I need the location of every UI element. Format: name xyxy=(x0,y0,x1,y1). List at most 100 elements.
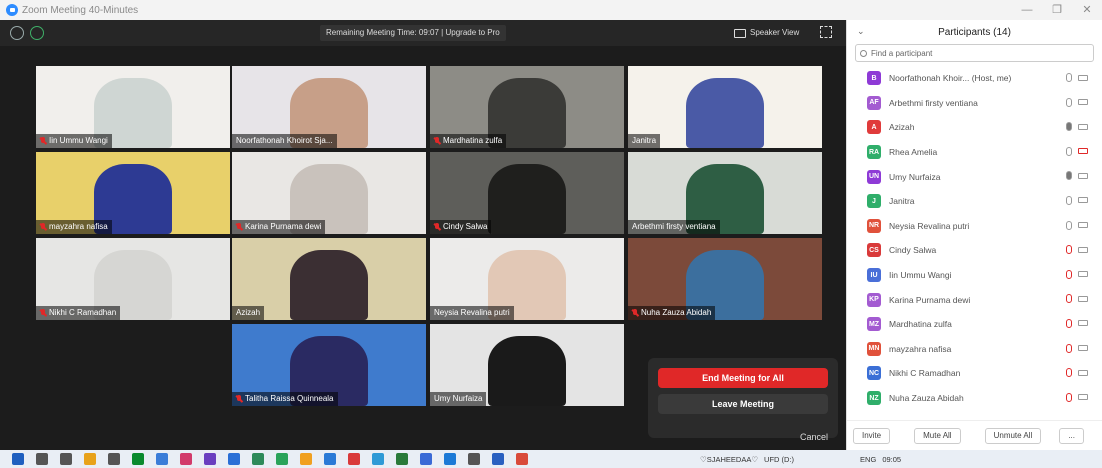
participant-row[interactable]: AF Arbethmi firsty ventiana xyxy=(847,91,1102,116)
app-icon[interactable] xyxy=(492,453,504,465)
chevron-down-icon[interactable]: ⌄ xyxy=(857,26,865,37)
participant-row[interactable]: CS Cindy Salwa xyxy=(847,238,1102,263)
camera-off-icon[interactable] xyxy=(1078,148,1088,155)
camera-icon[interactable] xyxy=(1078,222,1088,229)
app-icon[interactable] xyxy=(276,453,288,465)
mic-muted-icon[interactable] xyxy=(1066,343,1072,353)
camera-icon[interactable] xyxy=(1078,271,1088,278)
video-tile[interactable]: Iin Ummu Wangi xyxy=(36,66,230,148)
shield-icon[interactable] xyxy=(30,26,44,40)
search-icon[interactable] xyxy=(36,453,48,465)
participant-row[interactable]: IU Iin Ummu Wangi xyxy=(847,263,1102,288)
mic-icon[interactable] xyxy=(1066,73,1072,82)
app-icon[interactable] xyxy=(468,453,480,465)
participant-row[interactable]: MZ Mardhatina zulfa xyxy=(847,312,1102,337)
participant-row[interactable]: NZ Nuha Zauza Abidah xyxy=(847,386,1102,411)
participant-row[interactable]: MN mayzahra nafisa xyxy=(847,337,1102,362)
video-tile[interactable]: Mardhatina zulfa xyxy=(430,66,624,148)
camera-icon[interactable] xyxy=(1078,197,1088,204)
app-icon[interactable] xyxy=(180,453,192,465)
app-icon[interactable] xyxy=(156,453,168,465)
participant-status xyxy=(1066,97,1088,107)
camera-icon[interactable] xyxy=(1078,320,1088,327)
fullscreen-icon[interactable] xyxy=(820,26,832,38)
participant-row[interactable]: KP Karina Purnama dewi xyxy=(847,287,1102,312)
mic-icon[interactable] xyxy=(1066,195,1072,205)
video-tile[interactable]: Arbethmi firsty ventiana xyxy=(628,152,822,234)
app-icon[interactable] xyxy=(516,453,528,465)
more-button[interactable]: ... xyxy=(1059,427,1084,444)
close-button[interactable]: ✕ xyxy=(1072,0,1102,20)
app-icon[interactable] xyxy=(420,453,432,465)
mic-icon[interactable] xyxy=(1066,122,1072,132)
participant-row[interactable]: NC Nikhi C Ramadhan xyxy=(847,361,1102,386)
camera-icon[interactable] xyxy=(1078,172,1088,179)
remaining-time-banner[interactable]: Remaining Meeting Time: 09:07 | Upgrade … xyxy=(320,25,506,41)
app-icon[interactable] xyxy=(252,453,264,465)
mic-icon[interactable] xyxy=(1066,220,1072,230)
mic-icon[interactable] xyxy=(1066,97,1072,107)
participant-row[interactable]: J Janitra xyxy=(847,189,1102,214)
mute-all-button[interactable]: Mute All xyxy=(914,427,961,444)
drive-label[interactable]: UFD (D:) xyxy=(764,455,794,464)
leave-meeting-button[interactable]: Leave Meeting xyxy=(658,394,828,414)
camera-icon[interactable] xyxy=(1078,99,1088,106)
participant-search-input[interactable]: Find a participant xyxy=(855,44,1094,62)
app-icon[interactable] xyxy=(348,453,360,465)
app-icon[interactable] xyxy=(372,453,384,465)
app-icon[interactable] xyxy=(204,453,216,465)
video-tile[interactable]: Nikhi C Ramadhan xyxy=(36,238,230,320)
app-icon[interactable] xyxy=(396,453,408,465)
video-tile[interactable]: Karina Purnama dewi xyxy=(232,152,426,234)
cancel-button[interactable]: Cancel xyxy=(800,432,828,442)
minimize-button[interactable]: — xyxy=(1012,0,1042,20)
camera-icon[interactable] xyxy=(1078,369,1088,376)
app-icon[interactable] xyxy=(84,453,96,465)
camera-icon[interactable] xyxy=(1078,394,1088,401)
app-icon[interactable] xyxy=(108,453,120,465)
language-indicator[interactable]: ENG xyxy=(860,455,876,464)
camera-icon[interactable] xyxy=(1078,74,1088,81)
windows-start-icon[interactable] xyxy=(12,453,24,465)
mic-icon[interactable] xyxy=(1066,146,1072,156)
video-tile[interactable]: Nuha Zauza Abidah xyxy=(628,238,822,320)
participant-row[interactable]: NR Neysia Revalina putri xyxy=(847,214,1102,239)
speaker-view-button[interactable]: Speaker View xyxy=(734,24,799,42)
participant-row[interactable]: UN Umy Nurfaiza xyxy=(847,164,1102,189)
video-tile[interactable]: Azizah xyxy=(232,238,426,320)
invite-button[interactable]: Invite xyxy=(853,427,891,444)
restore-button[interactable]: ❐ xyxy=(1042,0,1072,20)
participant-status xyxy=(1066,343,1088,353)
camera-icon[interactable] xyxy=(1078,123,1088,130)
participant-row[interactable]: B Noorfathonah Khoir... (Host, me) xyxy=(847,66,1102,91)
video-tile[interactable]: Noorfathonah Khoirot Sja... xyxy=(232,66,426,148)
task-view-icon[interactable] xyxy=(60,453,72,465)
info-icon[interactable] xyxy=(10,26,24,40)
app-icon[interactable] xyxy=(132,453,144,465)
participant-row[interactable]: A Azizah xyxy=(847,115,1102,140)
participant-row[interactable]: RA Rhea Amelia xyxy=(847,140,1102,165)
video-tile[interactable]: Janitra xyxy=(628,66,822,148)
camera-icon[interactable] xyxy=(1078,246,1088,253)
camera-icon[interactable] xyxy=(1078,345,1088,352)
mic-muted-icon[interactable] xyxy=(1066,294,1072,304)
video-tile[interactable]: Cindy Salwa xyxy=(430,152,624,234)
mic-muted-icon[interactable] xyxy=(1066,318,1072,328)
video-tile[interactable]: mayzahra nafisa xyxy=(36,152,230,234)
app-icon[interactable] xyxy=(300,453,312,465)
mic-icon[interactable] xyxy=(1066,171,1072,181)
video-tile[interactable]: Neysia Revalina putri xyxy=(430,238,624,320)
video-tile[interactable]: Talitha Raissa Quinneala xyxy=(232,324,426,406)
clock[interactable]: 09:05 xyxy=(882,455,901,464)
app-icon[interactable] xyxy=(228,453,240,465)
app-icon[interactable] xyxy=(324,453,336,465)
mic-muted-icon[interactable] xyxy=(1066,368,1072,378)
camera-icon[interactable] xyxy=(1078,295,1088,302)
mic-muted-icon[interactable] xyxy=(1066,392,1072,402)
app-icon[interactable] xyxy=(444,453,456,465)
unmute-all-button[interactable]: Unmute All xyxy=(984,427,1042,444)
end-meeting-for-all-button[interactable]: End Meeting for All xyxy=(658,368,828,388)
mic-muted-icon[interactable] xyxy=(1066,269,1072,279)
video-tile[interactable]: Umy Nurfaiza xyxy=(430,324,624,406)
mic-muted-icon[interactable] xyxy=(1066,245,1072,255)
